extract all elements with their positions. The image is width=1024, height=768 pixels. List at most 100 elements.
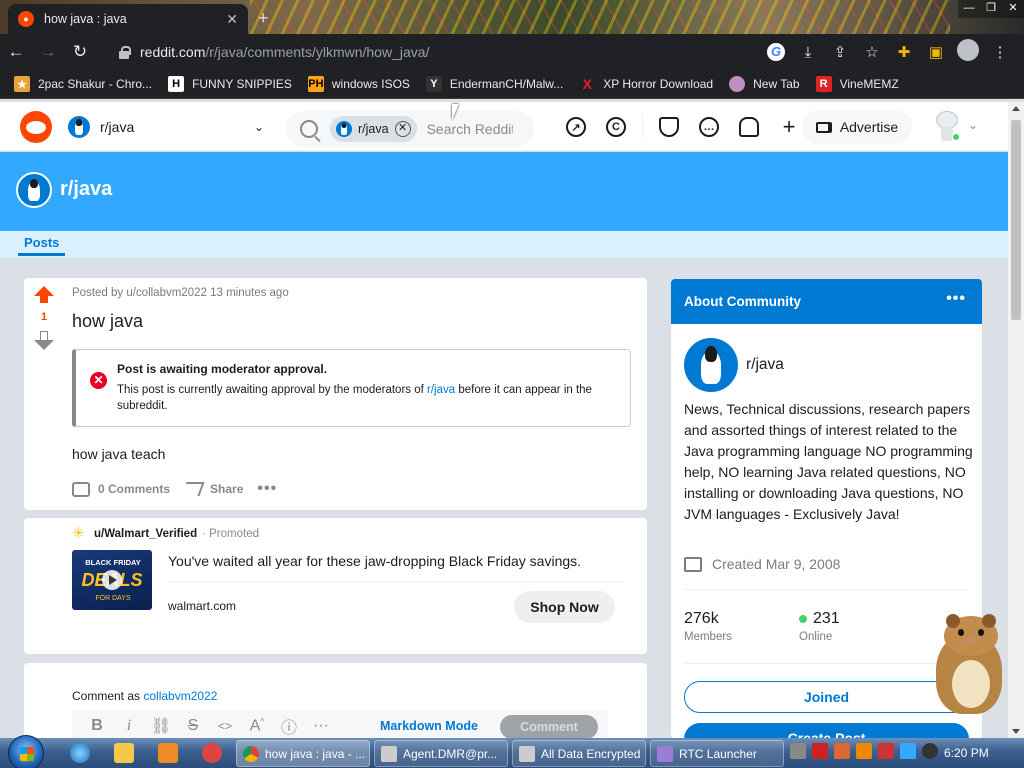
superscript-icon[interactable]: A^ — [244, 717, 270, 735]
subreddit-link[interactable]: r/java — [427, 384, 455, 396]
file-explorer-icon[interactable] — [114, 743, 134, 763]
mouse-cursor-icon — [452, 104, 459, 120]
tray-icon[interactable] — [900, 743, 916, 759]
promoted-label: · Promoted — [202, 528, 259, 540]
tray-icon[interactable] — [812, 743, 828, 759]
search-community-chip[interactable]: r/java ✕ — [330, 116, 417, 142]
google-icon[interactable]: G — [760, 43, 792, 61]
user-menu-chevron-icon[interactable]: ⌄ — [968, 118, 978, 132]
strikethrough-icon[interactable]: S — [180, 717, 206, 735]
bookmark-star-icon[interactable]: ☆ — [856, 43, 888, 61]
maximize-icon[interactable]: ❐ — [980, 0, 1002, 18]
taskbar-button-rtc[interactable]: RTC Launcher — [650, 740, 784, 767]
chat-icon[interactable]: … — [699, 117, 719, 137]
bookmark-item[interactable]: R VineMEMZ — [815, 76, 899, 92]
page-scrollbar[interactable] — [1008, 102, 1024, 738]
window-controls: — ❐ ✕ — [958, 0, 1024, 18]
comment-submit-button[interactable]: Comment — [500, 715, 598, 739]
community-name[interactable]: r/java — [746, 356, 784, 374]
lock-icon[interactable] — [118, 45, 131, 59]
link-icon[interactable]: ⛓ — [148, 716, 174, 736]
theme-background — [250, 0, 950, 34]
tab-posts[interactable]: Posts — [18, 235, 66, 256]
scrollbar-thumb[interactable] — [1011, 120, 1021, 320]
screen: ● how java : java ✕ + — ❐ ✕ ← → ↻ reddit… — [0, 0, 1024, 768]
taskbar-button-chrome[interactable]: how java : java - ... — [236, 740, 370, 767]
reddit-logo-icon[interactable] — [20, 111, 52, 143]
downvote-arrow-icon[interactable] — [34, 331, 54, 351]
bold-icon[interactable]: B — [84, 717, 110, 735]
markdown-mode-button[interactable]: Markdown Mode — [380, 719, 478, 733]
create-post-button[interactable]: Create Post — [684, 723, 969, 739]
spoiler-icon[interactable]: ⓘ — [276, 714, 302, 738]
online-value: 231 — [813, 610, 840, 627]
tray-icon[interactable] — [856, 743, 872, 759]
chevron-down-icon: ⌄ — [253, 120, 264, 134]
scroll-down-icon[interactable] — [1012, 729, 1020, 734]
reload-icon[interactable]: ↻ — [64, 42, 96, 62]
search-input[interactable]: r/java ✕ Search Reddit — [286, 111, 534, 147]
yp-icon: Y — [425, 76, 442, 92]
remove-chip-icon[interactable]: ✕ — [394, 121, 411, 137]
close-tab-icon[interactable]: ✕ — [226, 11, 238, 28]
upvote-arrow-icon[interactable] — [34, 286, 54, 303]
bookmark-item[interactable]: Y EndermanCH/Malw... — [425, 76, 563, 92]
popular-arrow-icon[interactable]: ↗ — [566, 117, 586, 137]
community-selector[interactable]: r/java ⌄ — [68, 110, 264, 144]
bookmark-item[interactable]: X XP Horror Download — [579, 76, 714, 92]
close-window-icon[interactable]: ✕ — [1002, 0, 1024, 18]
window-icon — [519, 745, 535, 762]
notification-bell-icon[interactable] — [739, 117, 759, 137]
ad-thumbnail[interactable]: BLACK FRIDAY DEALS FOR DAYS — [72, 550, 152, 610]
tray-icon[interactable] — [790, 743, 806, 759]
post-title[interactable]: how java — [72, 311, 143, 332]
start-button[interactable] — [8, 735, 44, 768]
taskbar-clock[interactable]: 6:20 PM — [944, 746, 989, 760]
chrome-menu-icon[interactable]: ⋮ — [984, 43, 1016, 61]
minimize-icon[interactable]: — — [958, 0, 980, 18]
taskbar-button-encrypted[interactable]: All Data Encrypted — [512, 740, 646, 767]
shop-now-button[interactable]: Shop Now — [514, 591, 615, 623]
ad-headline[interactable]: You've waited all year for these jaw-dro… — [168, 553, 581, 569]
extensions-puzzle-icon[interactable]: ✚ — [888, 43, 920, 61]
side-panel-icon[interactable]: ▣ — [920, 43, 952, 61]
bookmark-item[interactable]: New Tab — [729, 76, 800, 92]
tray-icon[interactable] — [834, 743, 850, 759]
comment-as-text: Comment as — [72, 689, 144, 703]
share-button[interactable]: Share — [181, 482, 243, 496]
advertise-button[interactable]: Advertise — [802, 110, 912, 144]
coins-icon[interactable]: C — [606, 117, 626, 137]
inline-code-icon[interactable]: <> — [212, 719, 238, 733]
create-post-plus-icon[interactable]: + — [779, 114, 799, 139]
profile-icon[interactable] — [952, 39, 984, 65]
browser-tab-active[interactable]: ● how java : java ✕ — [8, 4, 248, 34]
share-page-icon[interactable]: ⇪ — [824, 43, 856, 61]
user-avatar[interactable] — [932, 109, 962, 143]
comments-button[interactable]: 0 Comments — [72, 481, 170, 497]
tray-icon[interactable] — [922, 743, 938, 759]
scroll-up-icon[interactable] — [1012, 106, 1020, 111]
mod-shield-icon[interactable] — [659, 117, 679, 137]
more-options-icon[interactable]: ••• — [946, 290, 966, 308]
app-shortcut-icon[interactable] — [202, 743, 222, 763]
taskbar-button-agent[interactable]: Agent.DMR@pr... — [374, 740, 508, 767]
more-options-icon[interactable]: ••• — [257, 480, 277, 498]
bookmark-item[interactable]: PH windows ISOS — [307, 76, 410, 92]
vote-column: 1 — [24, 278, 64, 510]
tray-icon[interactable] — [878, 743, 894, 759]
ad-domain[interactable]: walmart.com — [168, 599, 236, 613]
post-card: 1 Posted by u/collabvm2022 13 minutes ag… — [24, 278, 647, 510]
more-formatting-icon[interactable]: ··· — [308, 717, 334, 735]
new-tab-button[interactable]: + — [258, 8, 269, 29]
italic-icon[interactable]: i — [116, 717, 142, 735]
install-app-icon[interactable]: ⤓ — [792, 44, 824, 61]
advertiser-user[interactable]: u/Walmart_Verified — [94, 528, 197, 540]
internet-explorer-icon[interactable] — [70, 743, 90, 763]
back-arrow-icon[interactable]: ← — [0, 42, 32, 62]
media-player-icon[interactable] — [158, 743, 178, 763]
bookmark-item[interactable]: H FUNNY SNIPPIES — [168, 76, 292, 92]
comment-username-link[interactable]: collabvm2022 — [143, 689, 217, 703]
bookmark-item[interactable]: ★ 2pac Shakur - Chro... — [14, 76, 152, 92]
chip-label: r/java — [358, 122, 389, 136]
forward-arrow-icon[interactable]: → — [32, 42, 64, 62]
